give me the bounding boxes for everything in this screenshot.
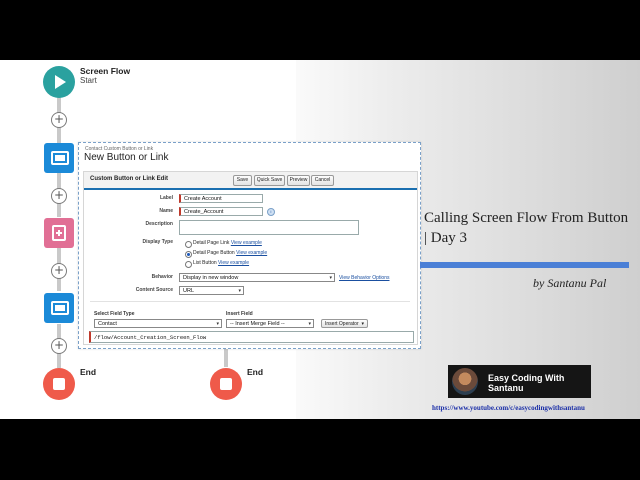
display-type-radio-list-button[interactable] — [185, 261, 192, 268]
view-example-link[interactable]: View example — [218, 260, 249, 266]
behavior-value: Display in new window — [183, 275, 239, 281]
dialog-title: New Button or Link — [84, 152, 169, 163]
screen-node[interactable] — [44, 293, 74, 323]
insert-field-label: Insert Field — [226, 311, 253, 317]
video-title: Calling Screen Flow From Button | Day 3 — [424, 210, 629, 246]
display-type-radio-detail-button[interactable] — [185, 251, 192, 258]
end-node-label: End — [247, 367, 264, 377]
view-behavior-options-link[interactable]: View Behavior Options — [339, 275, 390, 281]
description-textarea[interactable] — [179, 220, 359, 235]
insert-field-value: -- Insert Merge Field -- — [230, 321, 285, 327]
display-type-text: Detail Page Link — [193, 240, 230, 246]
add-element-button[interactable]: + — [51, 263, 67, 279]
insert-field-select[interactable]: -- Insert Merge Field -- ▾ — [226, 319, 314, 328]
accent-bar — [420, 262, 629, 268]
select-field-type-label: Select Field Type — [94, 311, 135, 317]
start-node-title: Screen Flow — [80, 66, 131, 76]
panel-header: Custom Button or Link Edit Save Quick Sa… — [84, 172, 417, 190]
behavior-label: Behavior — [151, 274, 173, 280]
content-source-label: Content Source — [135, 287, 173, 293]
display-type-option: Detail Page Button View example — [193, 250, 267, 256]
display-type-radio-detail-link[interactable] — [185, 241, 192, 248]
label-input[interactable]: Create Account — [179, 194, 263, 203]
chevron-down-icon: ▾ — [329, 275, 332, 281]
content-source-value: URL — [183, 288, 195, 294]
preview-button[interactable]: Preview — [287, 175, 310, 186]
name-input[interactable]: Create_Account — [179, 207, 263, 216]
channel-url[interactable]: https://www.youtube.com/c/easycodingwith… — [432, 404, 585, 412]
chevron-down-icon: ▾ — [216, 321, 219, 327]
behavior-select[interactable]: Display in new window ▾ — [179, 273, 335, 282]
display-type-option: Detail Page Link View example — [193, 240, 262, 246]
screen-icon — [51, 151, 69, 165]
start-node-subtitle: Start — [80, 76, 97, 85]
new-button-dialog: Contact Custom Button or Link New Button… — [78, 142, 421, 349]
add-element-button[interactable]: + — [51, 112, 67, 128]
content-source-select[interactable]: URL ▾ — [179, 286, 244, 295]
cancel-button[interactable]: Cancel — [311, 175, 334, 186]
add-element-button[interactable]: + — [51, 188, 67, 204]
insert-operator-label: Insert Operator — [325, 321, 359, 327]
select-field-type-value: Contact — [98, 321, 117, 327]
panel-title: Custom Button or Link Edit — [90, 176, 168, 182]
add-element-button[interactable]: + — [51, 338, 67, 354]
end-node[interactable] — [210, 368, 242, 400]
channel-name: Easy Coding With Santanu — [488, 373, 565, 393]
video-author: by Santanu Pal — [533, 276, 607, 290]
separator-line — [90, 301, 410, 302]
description-field-label: Description — [145, 221, 173, 227]
stop-icon — [220, 378, 232, 390]
url-textarea[interactable]: /flow/Account_Creation_Screen_Flow — [89, 331, 414, 343]
chevron-down-icon: ▾ — [361, 321, 364, 327]
save-button[interactable]: Save — [233, 175, 252, 186]
quick-save-button[interactable]: Quick Save — [254, 175, 285, 186]
display-type-text: Detail Page Button — [193, 250, 235, 256]
chevron-down-icon: ▾ — [308, 321, 311, 327]
avatar — [452, 368, 478, 395]
display-type-text: List Button — [193, 260, 217, 266]
select-field-type-select[interactable]: Contact ▾ — [94, 319, 222, 328]
insert-operator-button[interactable]: Insert Operator ▾ — [321, 319, 368, 328]
stop-icon — [53, 378, 65, 390]
edit-panel: Custom Button or Link Edit Save Quick Sa… — [83, 171, 418, 345]
label-field-label: Label — [159, 195, 173, 201]
info-icon[interactable]: i — [267, 208, 275, 216]
channel-badge[interactable]: Easy Coding With Santanu — [448, 365, 591, 398]
play-icon — [55, 75, 66, 89]
start-node[interactable] — [43, 66, 75, 98]
connector-line — [224, 347, 228, 367]
display-type-option: List Button View example — [193, 260, 249, 266]
end-node-label: End — [80, 367, 97, 377]
screen-icon — [51, 301, 69, 315]
url-value: /flow/Account_Creation_Screen_Flow — [94, 334, 207, 341]
view-example-link[interactable]: View example — [231, 240, 262, 246]
chevron-down-icon: ▾ — [238, 288, 241, 294]
name-field-label: Name — [159, 208, 173, 214]
end-node[interactable] — [43, 368, 75, 400]
video-frame: Screen Flow Start + + + + End End Contac… — [0, 60, 640, 419]
assignment-icon — [52, 225, 66, 241]
display-type-label: Display Type — [142, 239, 173, 245]
view-example-link[interactable]: View example — [236, 250, 267, 256]
assignment-node[interactable] — [44, 218, 74, 248]
screen-node[interactable] — [44, 143, 74, 173]
